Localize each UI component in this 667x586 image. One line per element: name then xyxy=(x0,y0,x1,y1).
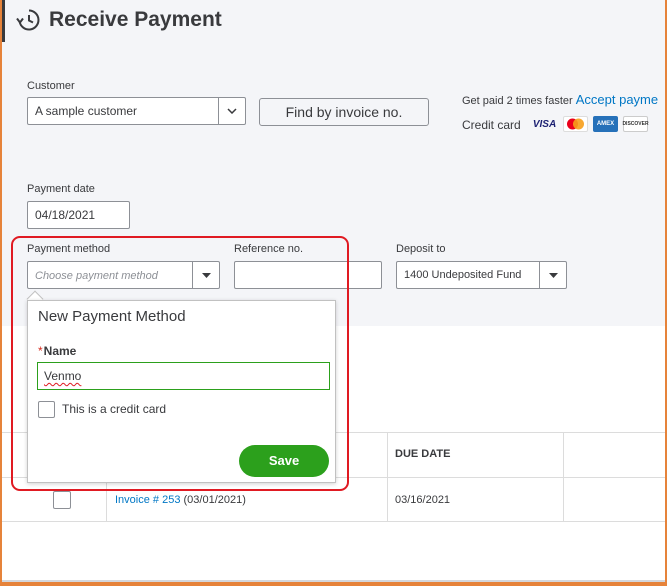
page-title: Receive Payment xyxy=(49,8,222,31)
amex-logo: AMEX xyxy=(593,116,618,132)
table-row: Invoice # 253 (03/01/2021) xyxy=(115,494,246,506)
table-column-divider xyxy=(387,433,388,521)
deposit-to-select[interactable]: 1400 Undeposited Fund xyxy=(396,261,567,289)
invoice-link[interactable]: Invoice # 253 xyxy=(115,494,180,506)
chevron-down-icon xyxy=(227,108,237,114)
accept-payments-link[interactable]: Accept payme xyxy=(576,92,658,107)
deposit-to-value: 1400 Undeposited Fund xyxy=(404,269,522,281)
visa-logo: VISA xyxy=(532,118,557,130)
mastercard-circles-icon xyxy=(567,118,584,130)
customer-dropdown-button[interactable] xyxy=(218,98,245,124)
due-date-header[interactable]: DUE DATE xyxy=(395,448,450,460)
credit-card-logos: VISA AMEX DISCOVER xyxy=(531,116,649,132)
row-select-checkbox[interactable] xyxy=(53,491,71,509)
payment-date-label: Payment date xyxy=(27,183,95,195)
caret-down-icon xyxy=(548,272,558,278)
table-column-divider xyxy=(563,433,564,521)
customer-label: Customer xyxy=(27,80,75,92)
header-accent-bar xyxy=(2,0,5,42)
customer-select[interactable]: A sample customer xyxy=(27,97,246,125)
payment-date-input[interactable]: 04/18/2021 xyxy=(27,201,130,229)
bottom-divider xyxy=(2,580,665,582)
invoice-date: (03/01/2021) xyxy=(183,494,246,506)
customer-value: A sample customer xyxy=(35,104,138,118)
mastercard-logo xyxy=(563,116,588,132)
deposit-to-label: Deposit to xyxy=(396,243,446,255)
get-paid-faster-promo: Get paid 2 times faster Accept payme xyxy=(462,92,658,107)
annotation-highlight-box xyxy=(11,236,349,491)
credit-card-label: Credit card xyxy=(462,118,521,132)
get-paid-text: Get paid 2 times faster xyxy=(462,95,573,107)
find-by-invoice-button[interactable]: Find by invoice no. xyxy=(259,98,429,126)
table-row-border xyxy=(2,521,665,522)
deposit-to-dropdown-button[interactable] xyxy=(539,262,566,288)
recent-transactions-icon[interactable] xyxy=(16,7,42,33)
discover-logo: DISCOVER xyxy=(622,116,649,132)
row-due-date: 03/16/2021 xyxy=(395,494,451,506)
